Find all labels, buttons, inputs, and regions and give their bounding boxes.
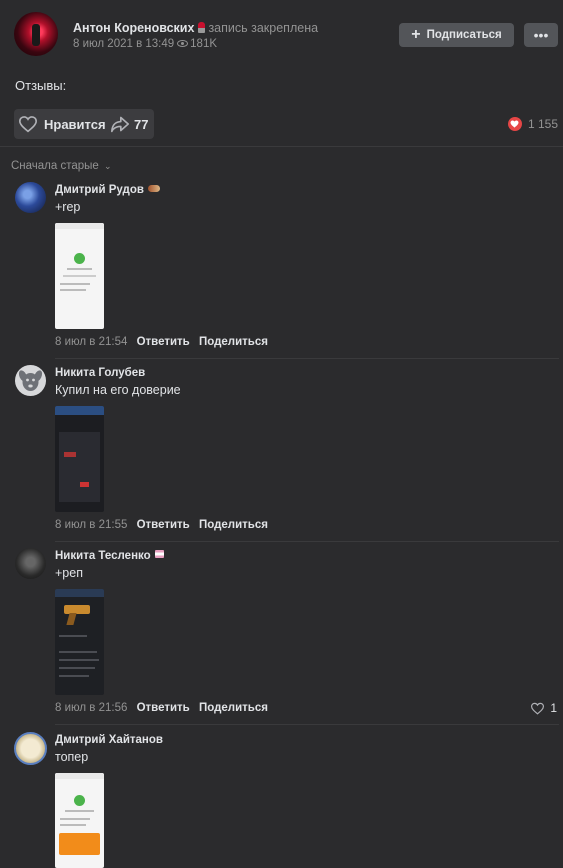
reply-button[interactable]: Ответить bbox=[137, 702, 190, 714]
divider bbox=[55, 724, 559, 725]
comment-image[interactable] bbox=[55, 223, 104, 329]
flag-emoji-icon bbox=[154, 550, 164, 558]
sneaker-emoji-icon bbox=[147, 185, 160, 192]
subscribe-label: Подписаться bbox=[426, 29, 502, 41]
reactions-count: 1 155 bbox=[527, 117, 558, 131]
comment-footer: 8 июл в 21:56 Ответить Поделиться bbox=[55, 702, 268, 714]
share-button[interactable]: 77 bbox=[110, 109, 154, 139]
comment: Дмитрий Рудов +rep 8 июл в 21:54 Ответит… bbox=[0, 182, 563, 354]
comment-image[interactable] bbox=[55, 589, 104, 695]
chevron-down-icon: ⌄ bbox=[104, 161, 112, 171]
subscribe-button[interactable]: + Подписаться bbox=[399, 23, 514, 47]
divider bbox=[55, 358, 559, 359]
share-comment-button[interactable]: Поделиться bbox=[199, 519, 268, 531]
comment-time[interactable]: 8 июл в 21:54 bbox=[55, 336, 127, 348]
comment-avatar[interactable] bbox=[15, 365, 46, 396]
comment-text: топер bbox=[55, 750, 89, 764]
reply-button[interactable]: Ответить bbox=[137, 336, 190, 348]
comment-avatar[interactable] bbox=[15, 182, 46, 213]
eye-icon bbox=[177, 40, 189, 47]
sort-label: Сначала старые bbox=[11, 160, 99, 172]
pinned-label: запись закреплена bbox=[208, 21, 319, 35]
plus-icon: + bbox=[411, 26, 421, 43]
wine-emoji-icon bbox=[198, 22, 206, 33]
author-line: Антон Кореновских запись закреплена bbox=[73, 21, 318, 35]
comment-like-count: 1 bbox=[550, 701, 557, 715]
comment-author: Никита Голубев bbox=[55, 367, 145, 379]
post-header: Антон Кореновских запись закреплена 8 июл… bbox=[0, 0, 563, 66]
more-button[interactable]: ••• bbox=[524, 23, 558, 47]
comment-text: +rep bbox=[55, 200, 81, 214]
comment-author: Никита Тесленко bbox=[55, 550, 164, 562]
like-label: Нравится bbox=[44, 116, 106, 132]
author-name[interactable]: Антон Кореновских bbox=[73, 21, 194, 35]
comment-avatar[interactable] bbox=[15, 548, 46, 579]
divider bbox=[55, 541, 559, 542]
comment-time[interactable]: 8 июл в 21:55 bbox=[55, 519, 127, 531]
more-dots-icon: ••• bbox=[533, 27, 549, 43]
share-comment-button[interactable]: Поделиться bbox=[199, 336, 268, 348]
reply-button[interactable]: Ответить bbox=[137, 519, 190, 531]
comment-image[interactable] bbox=[55, 773, 104, 868]
comment-avatar[interactable] bbox=[14, 732, 47, 765]
views-count: 181K bbox=[190, 38, 218, 50]
comment-author-name[interactable]: Дмитрий Рудов bbox=[55, 184, 144, 196]
comment-like-button[interactable]: 1 bbox=[530, 701, 557, 715]
reactions-summary[interactable]: 1 155 bbox=[507, 117, 558, 131]
divider bbox=[0, 146, 563, 147]
comment-author: Дмитрий Хайтанов bbox=[55, 734, 163, 746]
share-count: 77 bbox=[134, 116, 149, 132]
post-actions: Нравится 77 bbox=[14, 109, 154, 139]
comment-image[interactable] bbox=[55, 406, 104, 512]
share-arrow-icon bbox=[111, 116, 129, 133]
comment: Дмитрий Хайтанов топер bbox=[0, 732, 563, 868]
comment: Никита Тесленко +реп 8 июл в 21:56 Ответ… bbox=[0, 548, 563, 720]
comment-author: Дмитрий Рудов bbox=[55, 184, 160, 196]
dog-avatar-icon bbox=[18, 370, 43, 391]
comment-time[interactable]: 8 июл в 21:56 bbox=[55, 702, 127, 714]
comment-footer: 8 июл в 21:55 Ответить Поделиться bbox=[55, 519, 268, 531]
comment: Никита Голубев Купил на его доверие 8 ию… bbox=[0, 365, 563, 537]
comment-text: +реп bbox=[55, 566, 83, 580]
comment-author-name[interactable]: Никита Тесленко bbox=[55, 550, 151, 562]
heart-outline-icon bbox=[18, 116, 38, 133]
post-text: Отзывы: bbox=[15, 78, 67, 93]
like-button[interactable]: Нравится bbox=[14, 109, 110, 139]
heart-outline-icon bbox=[531, 702, 545, 715]
comment-footer: 8 июл в 21:54 Ответить Поделиться bbox=[55, 336, 268, 348]
post-date[interactable]: 8 июл 2021 в 13:49 bbox=[73, 38, 174, 50]
post-meta: 8 июл 2021 в 13:49 181K bbox=[73, 38, 217, 50]
author-avatar[interactable] bbox=[14, 12, 58, 56]
comment-author-name[interactable]: Дмитрий Хайтанов bbox=[55, 734, 163, 746]
comments-sort-toggle[interactable]: Сначала старые ⌄ bbox=[11, 160, 112, 172]
comment-author-name[interactable]: Никита Голубев bbox=[55, 367, 145, 379]
comment-text: Купил на его доверие bbox=[55, 383, 181, 397]
heart-reaction-icon bbox=[507, 117, 522, 131]
share-comment-button[interactable]: Поделиться bbox=[199, 702, 268, 714]
